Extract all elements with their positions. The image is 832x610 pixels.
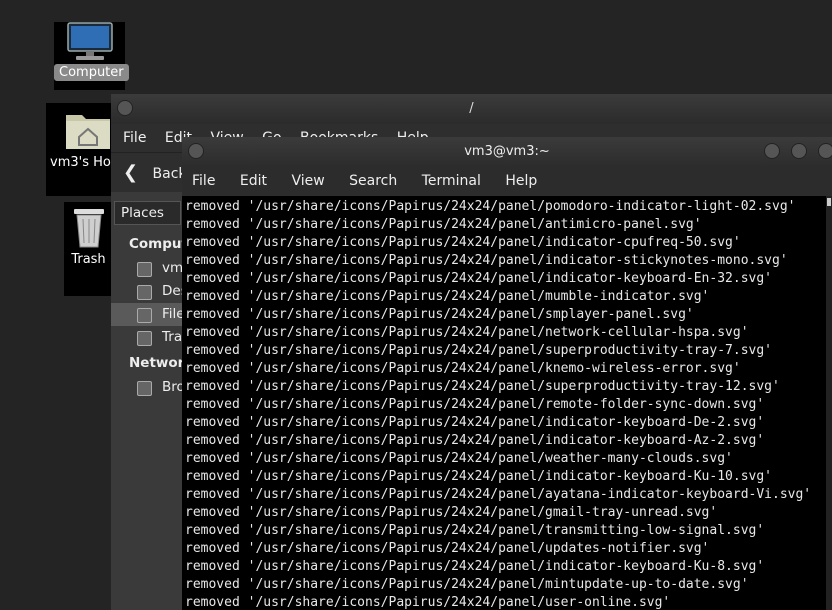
close-button[interactable] [818,143,832,159]
menu-help[interactable]: Help [505,173,537,189]
terminal-line: removed '/usr/share/icons/Papirus/24x24/… [185,325,749,340]
sidebar-item-browse-network[interactable]: Browse Network [111,376,272,399]
sidebar-item-home[interactable]: vm3 [111,257,192,280]
window-title: vm3@vm3:~ [464,144,550,159]
sidebar-item-desktop[interactable]: Desktop [111,280,218,303]
menu-search[interactable]: Search [349,173,397,189]
terminal-titlebar[interactable]: vm3@vm3:~ [182,137,832,167]
menu-edit[interactable]: Edit [240,173,267,189]
terminal-line: removed '/usr/share/icons/Papirus/24x24/… [185,361,741,376]
terminal-line: removed '/usr/share/icons/Papirus/24x24/… [185,577,749,592]
network-icon [137,381,152,396]
terminal-line: removed '/usr/share/icons/Papirus/24x24/… [185,217,702,232]
terminal-line: removed '/usr/share/icons/Papirus/24x24/… [185,505,718,520]
terminal-line: removed '/usr/share/icons/Papirus/24x24/… [185,343,772,358]
terminal-line: removed '/usr/share/icons/Papirus/24x24/… [185,541,710,556]
file-manager-titlebar[interactable]: / [111,94,832,124]
terminal-window: vm3@vm3:~ File Edit View Search Terminal… [182,137,832,610]
window-menu-button[interactable] [117,100,133,116]
terminal-line: removed '/usr/share/icons/Papirus/24x24/… [185,379,780,394]
scrollbar-thumb[interactable] [827,198,831,206]
sidebar-heading-network: Network [129,355,194,371]
file-manager-sidebar: Places Computer vm3 Desktop File System … [111,192,272,610]
trash-icon [137,331,152,346]
maximize-button[interactable] [791,143,807,159]
terminal-line: removed '/usr/share/icons/Papirus/24x24/… [185,307,694,322]
menu-terminal[interactable]: Terminal [422,173,481,189]
computer-icon [66,22,113,60]
desktop-icon-label: Trash [71,252,106,267]
home-icon [137,262,152,277]
terminal-scrollbar[interactable] [826,196,832,610]
trash-icon [73,209,104,248]
terminal-line: removed '/usr/share/icons/Papirus/24x24/… [185,523,765,538]
desktop-icon-label: vm3's Home [50,155,114,170]
desktop-icon-label: Computer [54,64,129,81]
window-title: / [469,101,474,116]
desktop-icon-trash[interactable]: Trash [64,202,113,296]
sidebar-item-filesystem[interactable]: File System [111,303,239,326]
terminal-line: removed '/usr/share/icons/Papirus/24x24/… [185,487,812,502]
terminal-line: removed '/usr/share/icons/Papirus/24x24/… [185,199,796,214]
terminal-line: removed '/usr/share/icons/Papirus/24x24/… [185,559,765,574]
terminal-line: removed '/usr/share/icons/Papirus/24x24/… [185,433,765,448]
minimize-button[interactable] [764,143,780,159]
sidebar-heading-computer: Computer [129,236,204,252]
menu-file[interactable]: File [123,130,146,146]
drive-icon [137,308,152,323]
desktop-icon-computer[interactable]: Computer [54,22,129,90]
window-menu-button[interactable] [188,143,204,159]
desktop-icon-home[interactable]: vm3's Home [46,103,114,196]
terminal-menubar: File Edit View Search Terminal Help [182,167,832,196]
terminal-line: removed '/usr/share/icons/Papirus/24x24/… [185,595,671,610]
menu-file[interactable]: File [192,173,215,189]
places-dropdown[interactable]: Places [114,201,181,225]
terminal-line: removed '/usr/share/icons/Papirus/24x24/… [185,253,788,268]
back-arrow-icon[interactable]: ❮ [123,153,138,193]
terminal-output[interactable]: removed '/usr/share/icons/Papirus/24x24/… [182,196,826,610]
terminal-line: removed '/usr/share/icons/Papirus/24x24/… [185,451,733,466]
sidebar-item-trash[interactable]: Trash [111,326,198,349]
desktop-icon [137,285,152,300]
terminal-line: removed '/usr/share/icons/Papirus/24x24/… [185,469,772,484]
home-folder-icon [66,115,110,149]
terminal-line: removed '/usr/share/icons/Papirus/24x24/… [185,415,765,430]
terminal-line: removed '/usr/share/icons/Papirus/24x24/… [185,289,710,304]
terminal-line: removed '/usr/share/icons/Papirus/24x24/… [185,235,741,250]
terminal-line: removed '/usr/share/icons/Papirus/24x24/… [185,397,765,412]
terminal-line: removed '/usr/share/icons/Papirus/24x24/… [185,271,772,286]
menu-view[interactable]: View [291,173,324,189]
